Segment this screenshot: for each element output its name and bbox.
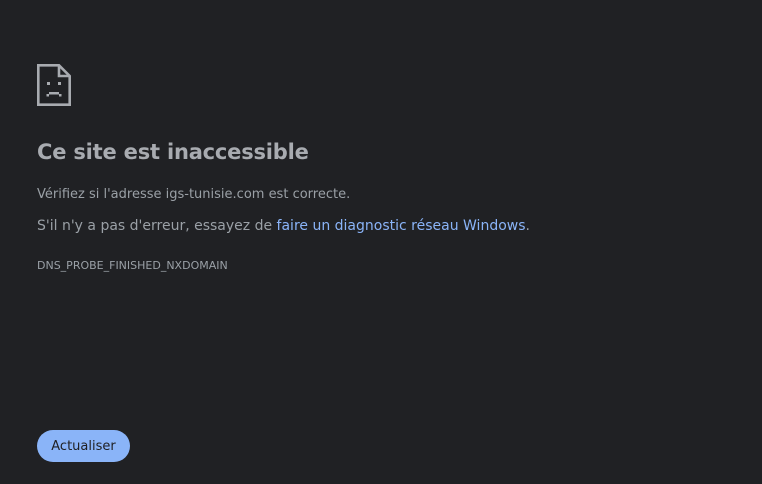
diagnostic-suffix: . [525,218,530,234]
reload-button[interactable]: Actualiser [37,430,130,462]
page-title: Ce site est inaccessible [37,140,309,164]
address-hint: Vérifiez si l'adresse igs-tunisie.com es… [37,187,351,202]
network-diagnostic-link[interactable]: faire un diagnostic réseau Windows [277,218,526,234]
diagnostic-hint: S'il n'y a pas d'erreur, essayez de fair… [37,218,530,234]
error-code: DNS_PROBE_FINISHED_NXDOMAIN [37,259,228,272]
diagnostic-prefix: S'il n'y a pas d'erreur, essayez de [37,218,277,234]
sad-page-icon [37,64,71,106]
